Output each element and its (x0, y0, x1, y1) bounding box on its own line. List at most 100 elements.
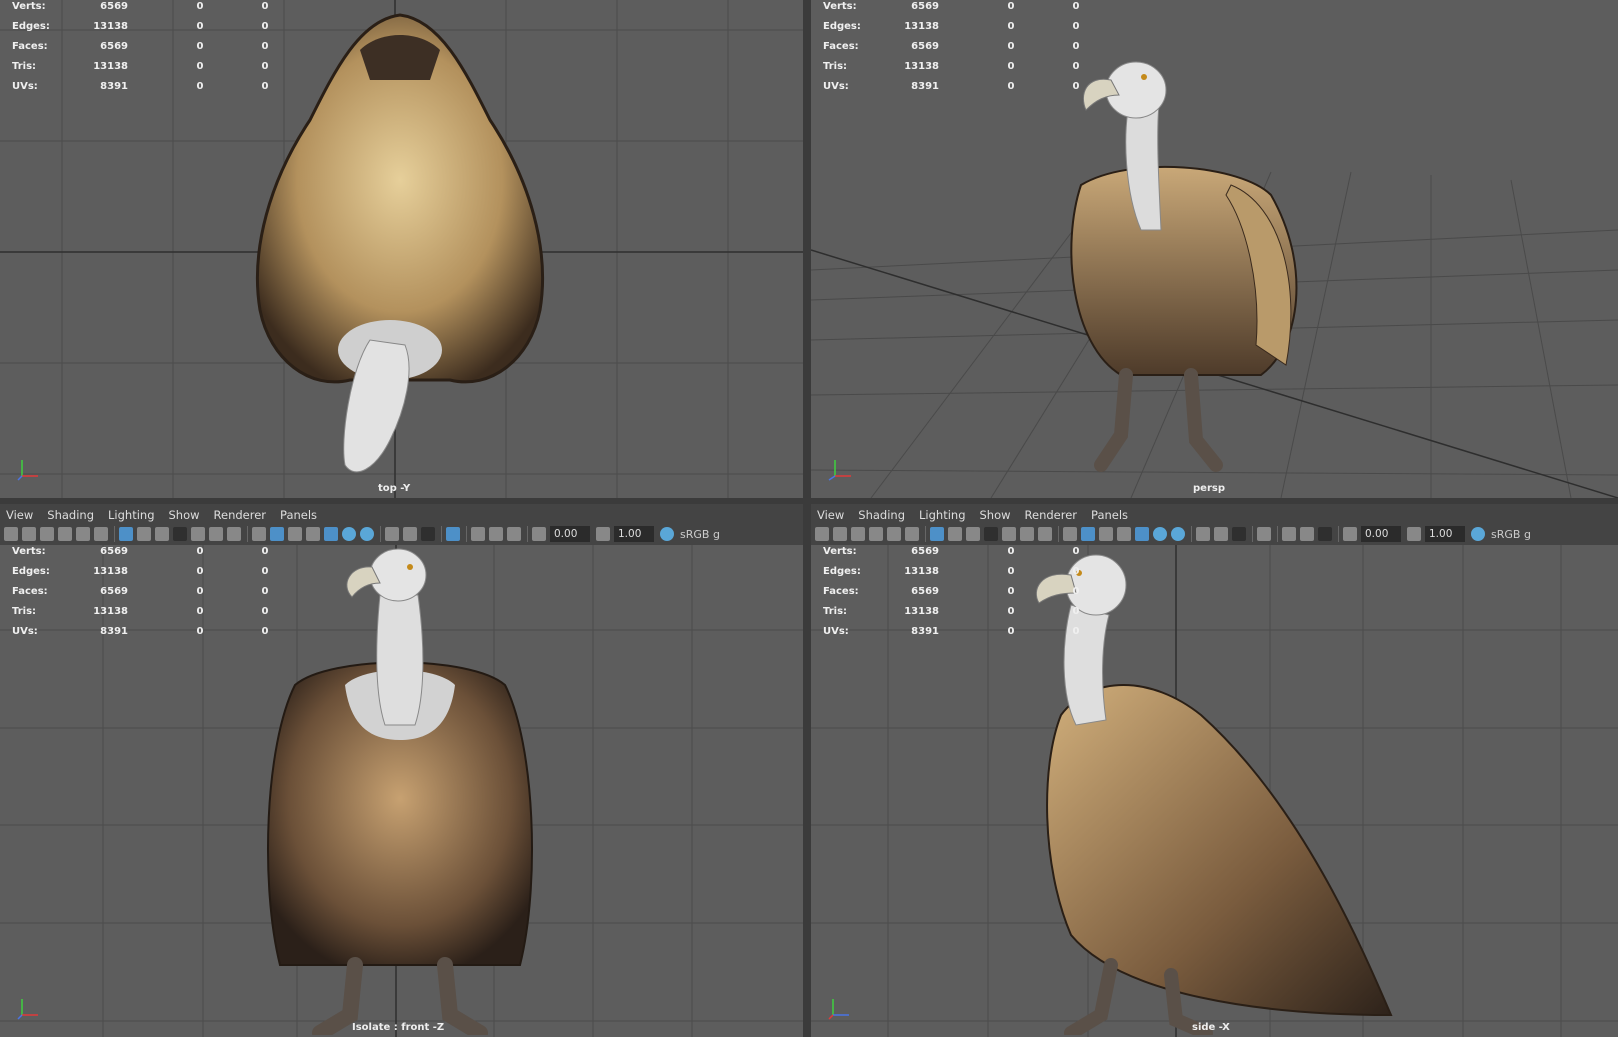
select-camera-icon[interactable] (4, 527, 18, 541)
exposure-icon[interactable] (532, 527, 546, 541)
use-all-lights-icon[interactable] (1153, 527, 1167, 541)
film-gate-icon[interactable] (948, 527, 962, 541)
color-space-label[interactable]: sRGB g (1491, 528, 1531, 541)
field-chart-icon[interactable] (1002, 527, 1016, 541)
isolate-select-icon[interactable] (1257, 527, 1271, 541)
motion-blur-icon[interactable] (1214, 527, 1228, 541)
menu-renderer[interactable]: Renderer (1025, 508, 1078, 522)
screen-space-ao-icon[interactable] (385, 527, 399, 541)
menu-lighting[interactable]: Lighting (919, 508, 965, 522)
textured-icon[interactable] (1135, 527, 1149, 541)
menu-view[interactable]: View (817, 508, 844, 522)
pane-divider-vertical[interactable] (803, 0, 811, 1037)
xray-joints-icon[interactable] (1318, 527, 1332, 541)
smooth-shade-icon[interactable] (270, 527, 284, 541)
viewport-top[interactable]: Verts: 6569 0 0 Edges: 13138 0 0 Faces: 6569 0 0 … (0, 0, 803, 498)
hud-value: 0 (1007, 606, 1015, 617)
2d-pan-zoom-icon[interactable] (76, 527, 90, 541)
use-all-lights-icon[interactable] (342, 527, 356, 541)
hud-value: 6569 (911, 546, 939, 557)
select-camera-icon[interactable] (815, 527, 829, 541)
textured-icon[interactable] (324, 527, 338, 541)
xray-active-components-icon[interactable] (489, 527, 503, 541)
viewport-front[interactable]: Verts: 6569 0 0 Edges: 13138 0 0 Faces: 6569 0 0 … (0, 545, 803, 1037)
camera-attributes-icon[interactable] (833, 527, 847, 541)
menu-lighting[interactable]: Lighting (108, 508, 154, 522)
menu-shading[interactable]: Shading (47, 508, 94, 522)
screen-space-ao-icon[interactable] (1196, 527, 1210, 541)
2d-pan-zoom-icon[interactable] (887, 527, 901, 541)
color-management-icon[interactable] (1471, 527, 1485, 541)
bookmark-icon[interactable] (40, 527, 54, 541)
gamma-icon[interactable] (596, 527, 610, 541)
hud-value: 0 (196, 41, 204, 52)
resolution-gate-icon[interactable] (966, 527, 980, 541)
menu-shading[interactable]: Shading (858, 508, 905, 522)
menu-show[interactable]: Show (169, 508, 200, 522)
vulture-model-top[interactable] (240, 10, 560, 490)
grid-toggle-icon[interactable] (930, 527, 944, 541)
anti-aliasing-icon[interactable] (421, 527, 435, 541)
hud-label: Verts: (12, 546, 46, 557)
menu-renderer[interactable]: Renderer (214, 508, 267, 522)
hud-value: 0 (261, 81, 269, 92)
use-default-material-icon[interactable] (288, 527, 302, 541)
vulture-model-side[interactable] (1001, 545, 1421, 1035)
viewport-side[interactable]: Verts: 6569 0 0 Edges: 13138 0 0 Faces: 6569 0 0 … (811, 545, 1618, 1037)
xray-icon[interactable] (1282, 527, 1296, 541)
vulture-model-persp[interactable] (1041, 45, 1341, 485)
exposure-field[interactable]: 0.00 (1361, 526, 1401, 542)
image-plane-icon[interactable] (869, 527, 883, 541)
xray-joints-icon[interactable] (507, 527, 521, 541)
isolate-select-icon[interactable] (446, 527, 460, 541)
menu-panels[interactable]: Panels (280, 508, 317, 522)
anti-aliasing-icon[interactable] (1232, 527, 1246, 541)
axis-gizmo (17, 460, 38, 481)
viewport-persp[interactable]: Verts: 6569 0 0 Edges: 13138 0 0 Faces: 6569 0 0 … (811, 0, 1618, 498)
xray-active-components-icon[interactable] (1300, 527, 1314, 541)
resolution-gate-icon[interactable] (155, 527, 169, 541)
vulture-model-front[interactable] (260, 545, 540, 1035)
field-chart-icon[interactable] (191, 527, 205, 541)
shadows-icon[interactable] (360, 527, 374, 541)
wireframe-on-shaded-icon[interactable] (306, 527, 320, 541)
hud-value: 0 (196, 61, 204, 72)
wireframe-on-shaded-icon[interactable] (1117, 527, 1131, 541)
hud-label: Edges: (12, 566, 50, 577)
grid-toggle-icon[interactable] (119, 527, 133, 541)
gamma-field[interactable]: 1.00 (614, 526, 654, 542)
film-gate-icon[interactable] (137, 527, 151, 541)
use-default-material-icon[interactable] (1099, 527, 1113, 541)
camera-label: top -Y (378, 483, 411, 494)
exposure-icon[interactable] (1343, 527, 1357, 541)
hud-value: 0 (1007, 566, 1015, 577)
motion-blur-icon[interactable] (403, 527, 417, 541)
color-management-icon[interactable] (660, 527, 674, 541)
gamma-icon[interactable] (1407, 527, 1421, 541)
gate-mask-icon[interactable] (173, 527, 187, 541)
wireframe-icon[interactable] (1063, 527, 1077, 541)
menu-show[interactable]: Show (980, 508, 1011, 522)
exposure-field[interactable]: 0.00 (550, 526, 590, 542)
camera-label: persp (1193, 483, 1225, 494)
grease-pencil-icon[interactable] (905, 527, 919, 541)
color-space-label[interactable]: sRGB g (680, 528, 720, 541)
safe-title-icon[interactable] (1038, 527, 1052, 541)
wireframe-icon[interactable] (252, 527, 266, 541)
smooth-shade-icon[interactable] (1081, 527, 1095, 541)
hud-value: 13138 (904, 606, 939, 617)
safe-title-icon[interactable] (227, 527, 241, 541)
shadows-icon[interactable] (1171, 527, 1185, 541)
hud-value: 0 (1007, 546, 1015, 557)
gate-mask-icon[interactable] (984, 527, 998, 541)
menu-view[interactable]: View (6, 508, 33, 522)
gamma-field[interactable]: 1.00 (1425, 526, 1465, 542)
image-plane-icon[interactable] (58, 527, 72, 541)
bookmark-icon[interactable] (851, 527, 865, 541)
safe-action-icon[interactable] (209, 527, 223, 541)
grease-pencil-icon[interactable] (94, 527, 108, 541)
xray-icon[interactable] (471, 527, 485, 541)
safe-action-icon[interactable] (1020, 527, 1034, 541)
camera-attributes-icon[interactable] (22, 527, 36, 541)
menu-panels[interactable]: Panels (1091, 508, 1128, 522)
